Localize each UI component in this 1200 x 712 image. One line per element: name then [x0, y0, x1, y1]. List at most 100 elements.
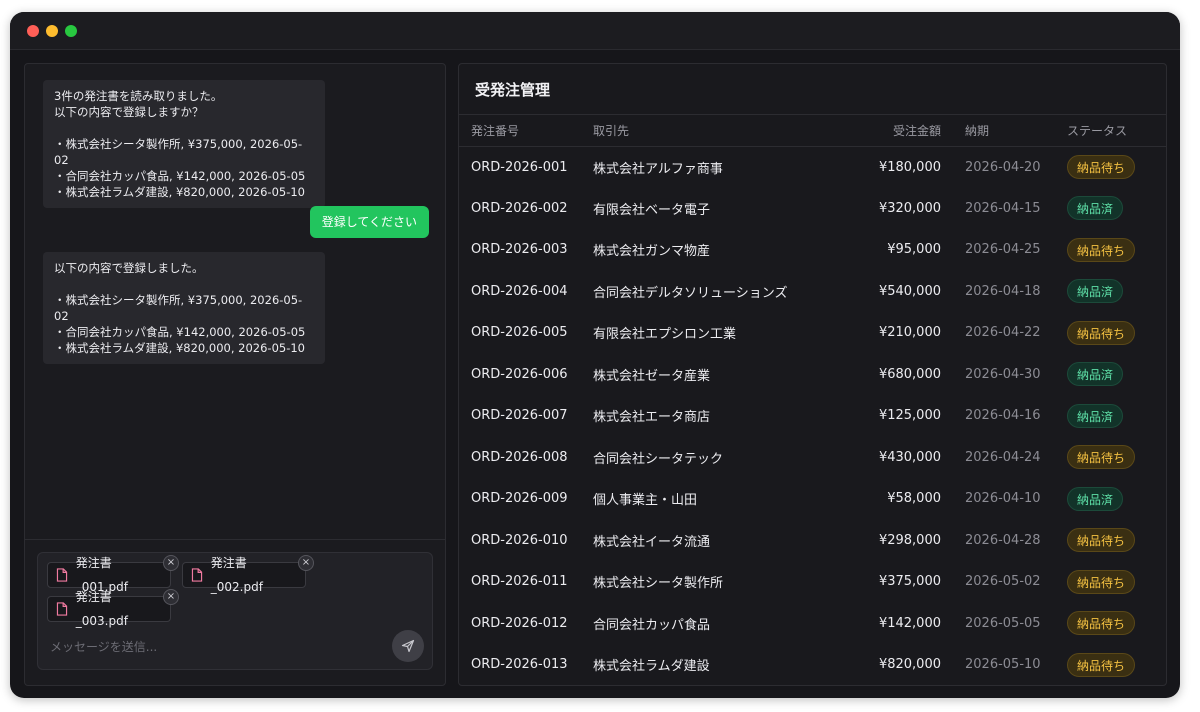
status-badge: 納品待ち	[1067, 445, 1136, 470]
order-id-cell: ORD-2026-003	[471, 242, 568, 258]
status-badge: 納品待ち	[1067, 237, 1136, 262]
order-id-cell: ORD-2026-005	[471, 325, 568, 341]
order-id-cell: ORD-2026-008	[471, 449, 568, 465]
table-row[interactable]: ORD-2026-007 株式会社エータ商店 ¥125,000 2026-04-16 納…	[459, 395, 1166, 437]
status-badge: 納品待ち	[1067, 652, 1136, 677]
amount-cell: ¥142,000	[878, 615, 941, 631]
table-header-row: 発注番号 取引先 受注金額 納期 ステータス	[459, 115, 1166, 147]
client-cell: 株式会社ガンマ物産	[593, 244, 711, 260]
due-date-cell: 2026-05-02	[965, 574, 1041, 590]
table-row[interactable]: ORD-2026-008 合同会社シータテック ¥430,000 2026-04-24…	[459, 437, 1166, 479]
client-cell: 有限会社エプシロン工業	[593, 327, 737, 343]
status-cell: 納品待ち	[1051, 603, 1166, 645]
amount-cell: ¥58,000	[887, 491, 941, 507]
column-header-status[interactable]: ステータス	[1051, 115, 1166, 147]
order-id-cell: ORD-2026-011	[471, 574, 568, 590]
minimize-window-button[interactable]	[46, 25, 58, 37]
due-date-cell: 2026-04-28	[965, 532, 1041, 548]
column-header-due-date[interactable]: 納期	[941, 115, 1051, 147]
due-date-cell: 2026-04-20	[965, 159, 1041, 175]
client-cell: 合同会社シータテック	[593, 451, 724, 467]
amount-cell: ¥210,000	[878, 325, 941, 341]
status-badge: 納品済	[1067, 196, 1124, 221]
orders-table: 発注番号 取引先 受注金額 納期 ステータス ORD-2026-001 株式会社ア…	[459, 115, 1166, 685]
status-badge: 納品待ち	[1067, 155, 1136, 179]
order-id-cell: ORD-2026-004	[471, 283, 568, 299]
status-badge: 納品済	[1067, 403, 1124, 428]
attachment-chip[interactable]: 発注書_002.pdf ×	[182, 555, 314, 594]
table-row[interactable]: ORD-2026-009 個人事業主・山田 ¥58,000 2026-04-10 納品済	[459, 478, 1166, 520]
client-cell: 合同会社デルタソリューションズ	[593, 285, 788, 301]
status-cell: 納品待ち	[1051, 229, 1166, 271]
amount-cell: ¥320,000	[878, 200, 941, 216]
message-input[interactable]	[50, 637, 380, 657]
app-window: 3件の発注書を読み取りました。 以下の内容で登録しますか？ ・株式会社シータ製作…	[10, 12, 1180, 698]
status-badge: 納品済	[1067, 362, 1124, 387]
send-icon	[401, 639, 415, 653]
title-bar	[10, 12, 1180, 50]
pdf-file-icon	[191, 568, 203, 582]
table-row[interactable]: ORD-2026-003 株式会社ガンマ物産 ¥95,000 2026-04-25 納品…	[459, 229, 1166, 271]
client-cell: 株式会社イータ流通	[593, 534, 711, 550]
table-row[interactable]: ORD-2026-001 株式会社アルファ商事 ¥180,000 2026-04-20…	[459, 146, 1166, 188]
table-row[interactable]: ORD-2026-006 株式会社ゼータ産業 ¥680,000 2026-04-30 納…	[459, 354, 1166, 396]
user-message: 登録してください	[309, 206, 429, 238]
status-cell: 納品待ち	[1051, 312, 1166, 354]
order-id-cell: ORD-2026-001	[471, 159, 568, 175]
amount-cell: ¥820,000	[878, 657, 941, 673]
page-title: 受発注管理	[475, 81, 551, 99]
amount-cell: ¥298,000	[878, 532, 941, 548]
due-date-cell: 2026-04-25	[965, 242, 1041, 258]
attachment-chip[interactable]: 発注書_003.pdf ×	[47, 589, 179, 628]
client-cell: 株式会社アルファ商事	[593, 161, 723, 177]
attachment-filename: 発注書_002.pdf	[210, 556, 263, 594]
due-date-cell: 2026-04-24	[965, 449, 1041, 465]
column-header-client[interactable]: 取引先	[593, 115, 823, 147]
status-cell: 納品済	[1051, 478, 1166, 520]
due-date-cell: 2026-04-22	[965, 325, 1041, 341]
close-icon[interactable]: ×	[298, 555, 314, 571]
order-id-cell: ORD-2026-002	[471, 200, 568, 216]
send-button[interactable]	[392, 630, 424, 662]
status-badge: 納品待ち	[1067, 320, 1136, 345]
client-cell: 株式会社シータ製作所	[593, 576, 724, 592]
order-id-cell: ORD-2026-006	[471, 366, 568, 382]
client-cell: 株式会社ゼータ産業	[593, 368, 711, 384]
close-icon[interactable]: ×	[163, 589, 179, 605]
assistant-message: 以下の内容で登録しました。 ・株式会社シータ製作所, ¥375,000, 202…	[43, 252, 325, 364]
due-date-cell: 2026-04-10	[965, 491, 1041, 507]
status-badge: 納品待ち	[1067, 528, 1136, 553]
message-list[interactable]: 3件の発注書を読み取りました。 以下の内容で登録しますか？ ・株式会社シータ製作…	[25, 64, 445, 540]
pdf-file-icon	[56, 568, 68, 582]
close-icon[interactable]: ×	[163, 555, 179, 571]
status-badge: 納品待ち	[1067, 611, 1136, 636]
table-row[interactable]: ORD-2026-011 株式会社シータ製作所 ¥375,000 2026-05-02…	[459, 561, 1166, 603]
amount-cell: ¥540,000	[878, 283, 941, 299]
column-header-amount[interactable]: 受注金額	[823, 115, 941, 147]
table-row[interactable]: ORD-2026-012 合同会社カッパ食品 ¥142,000 2026-05-05 納…	[459, 603, 1166, 645]
chat-panel: 3件の発注書を読み取りました。 以下の内容で登録しますか？ ・株式会社シータ製作…	[24, 63, 446, 686]
status-cell: 納品待ち	[1051, 561, 1166, 603]
close-window-button[interactable]	[27, 25, 39, 37]
pdf-file-icon	[56, 602, 68, 616]
amount-cell: ¥680,000	[878, 366, 941, 382]
status-cell: 納品待ち	[1051, 437, 1166, 479]
due-date-cell: 2026-04-15	[965, 200, 1041, 216]
table-row[interactable]: ORD-2026-005 有限会社エプシロン工業 ¥210,000 2026-04-2…	[459, 312, 1166, 354]
status-cell: 納品待ち	[1051, 520, 1166, 562]
maximize-window-button[interactable]	[65, 25, 77, 37]
due-date-cell: 2026-04-30	[965, 366, 1041, 382]
attachment-filename: 発注書_003.pdf	[75, 590, 128, 628]
status-cell: 納品待ち	[1051, 146, 1166, 188]
client-cell: 個人事業主・山田	[593, 493, 698, 509]
table-row[interactable]: ORD-2026-002 有限会社ベータ電子 ¥320,000 2026-04-15 納…	[459, 188, 1166, 230]
table-row[interactable]: ORD-2026-013 株式会社ラムダ建設 ¥820,000 2026-05-10 納…	[459, 644, 1166, 685]
message-composer: 発注書_001.pdf × 発注書_002.pdf × 発注書_003.pdf …	[37, 552, 433, 670]
status-cell: 納品済	[1051, 271, 1166, 313]
status-cell: 納品済	[1051, 354, 1166, 396]
table-row[interactable]: ORD-2026-004 合同会社デルタソリューションズ ¥540,000 2026-…	[459, 271, 1166, 313]
due-date-cell: 2026-04-18	[965, 283, 1041, 299]
column-header-order-id[interactable]: 発注番号	[459, 115, 593, 147]
status-badge: 納品待ち	[1067, 569, 1136, 594]
table-row[interactable]: ORD-2026-010 株式会社イータ流通 ¥298,000 2026-04-28 納…	[459, 520, 1166, 562]
